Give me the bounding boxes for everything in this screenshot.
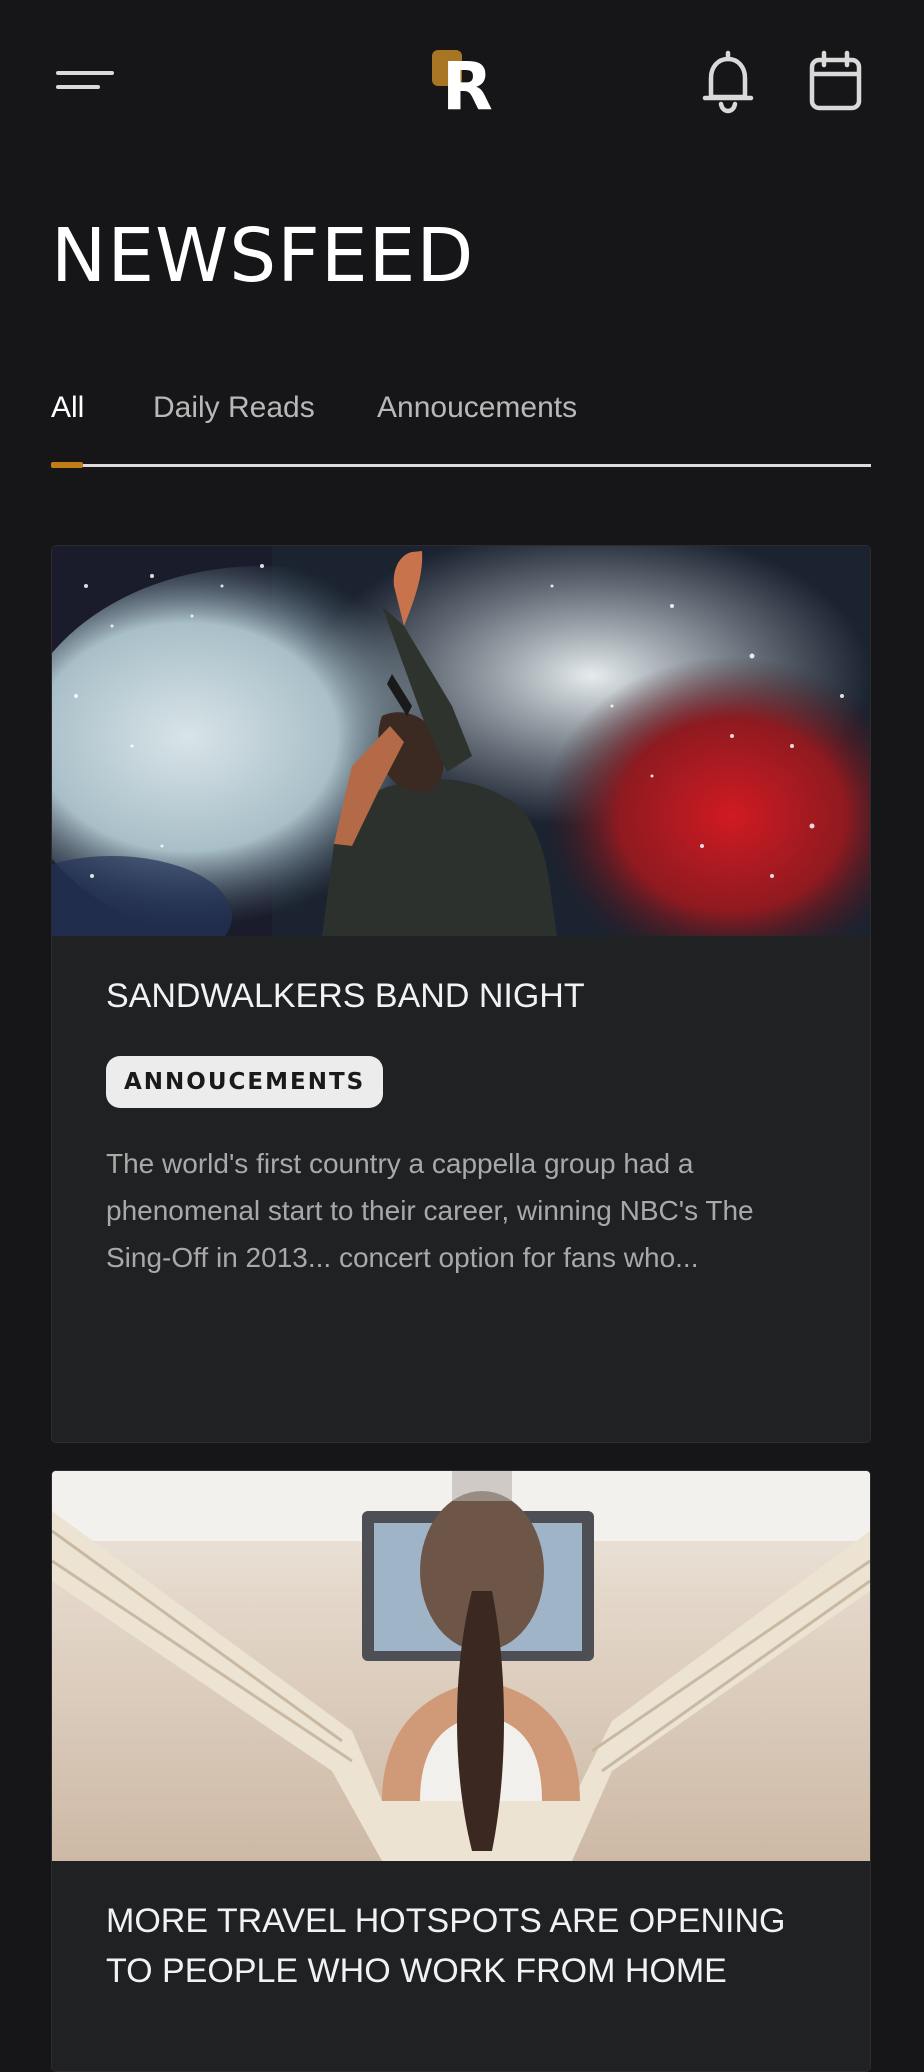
concert-performer-photo	[52, 546, 870, 936]
card-title: SANDWALKERS BAND NIGHT	[106, 977, 585, 1015]
hammock-photo-graphic	[52, 1471, 870, 1861]
card-excerpt: The world's first country a cappella gro…	[106, 1148, 754, 1273]
calendar-icon-graphic	[809, 50, 862, 111]
bell-icon-graphic	[702, 50, 754, 114]
woman-hammock-laptop-beach-photo	[52, 1471, 870, 1861]
menu-line-1	[56, 71, 114, 75]
tab-daily-reads[interactable]: Daily Reads	[153, 384, 315, 432]
tab-all[interactable]: All	[51, 384, 84, 432]
app-logo[interactable]: R	[432, 50, 494, 122]
top-app-bar: R	[0, 0, 924, 170]
newsfeed-tabs: All Daily Reads Annoucements	[51, 384, 871, 468]
bell-icon[interactable]	[700, 48, 756, 114]
category-tag: ANNOUCEMENTS	[106, 1056, 384, 1108]
concert-photo-graphic	[52, 546, 870, 936]
tabs-divider	[51, 464, 871, 467]
menu-line-2	[56, 85, 100, 89]
tab-annoucements[interactable]: Annoucements	[377, 384, 577, 432]
news-card[interactable]: MORE TRAVEL HOTSPOTS ARE OPENING TO PEOP…	[51, 1470, 871, 2072]
calendar-icon[interactable]	[808, 48, 864, 114]
card-title: MORE TRAVEL HOTSPOTS ARE OPENING TO PEOP…	[106, 1902, 786, 1990]
logo-letter: R	[442, 48, 493, 125]
news-card[interactable]: SANDWALKERS BAND NIGHT ANNOUCEMENTS The …	[51, 545, 871, 1443]
active-tab-indicator	[51, 462, 83, 468]
page-title: NEWSFEED	[51, 213, 475, 299]
hamburger-menu-icon[interactable]	[56, 68, 114, 92]
